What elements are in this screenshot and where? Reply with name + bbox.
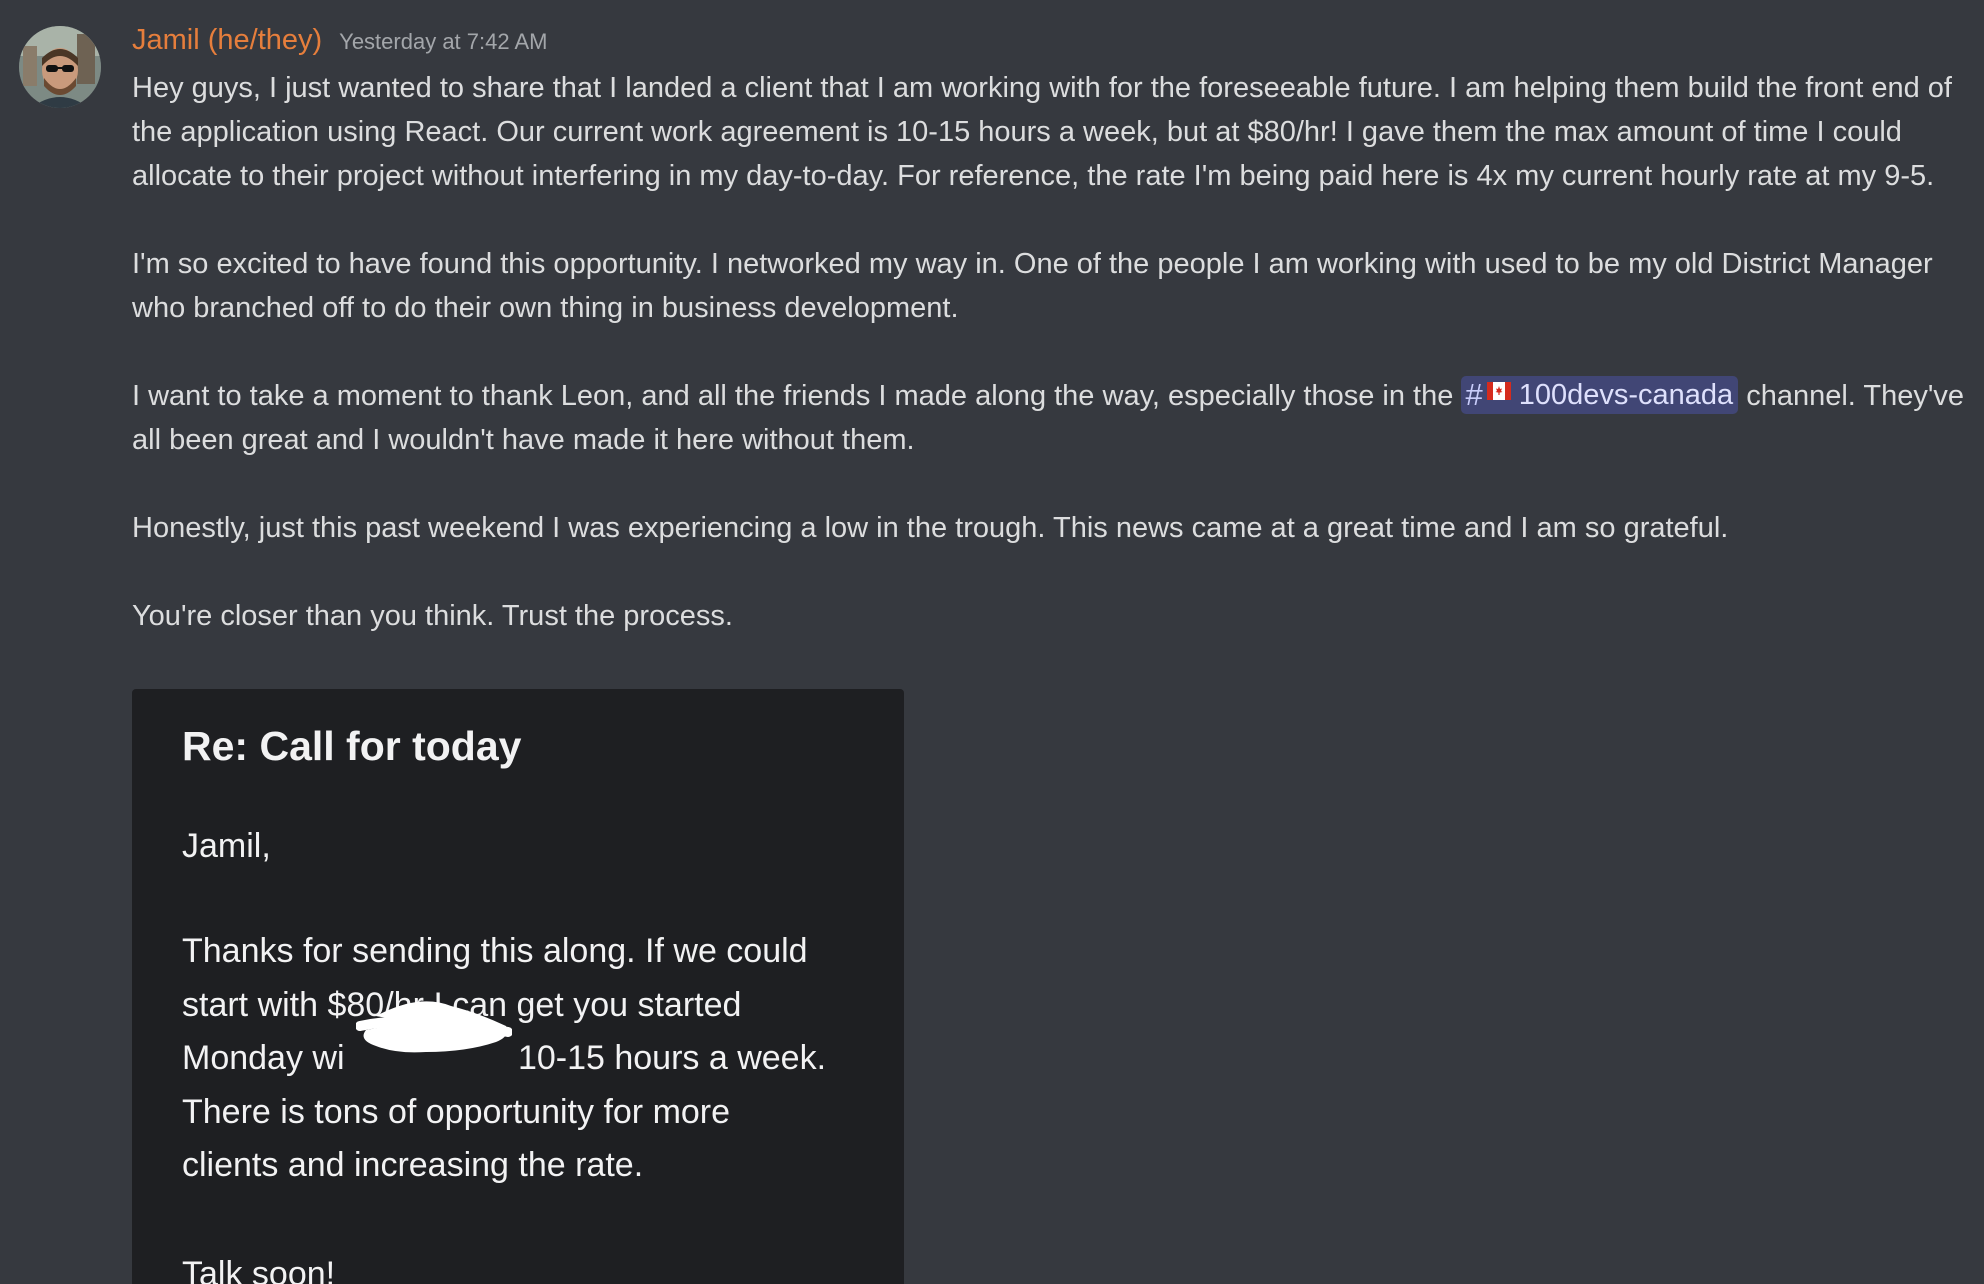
email-subject: Re: Call for today: [182, 723, 522, 769]
email-body-line: clients and increasing the rate.: [182, 1146, 644, 1184]
avatar-image: [19, 26, 101, 108]
email-body-text: 10-15 hours a week.: [508, 1039, 827, 1077]
channel-mention-name: 100devs-canada: [1518, 379, 1734, 411]
paragraph-text: I want to take a moment to thank Leon, a…: [132, 380, 1462, 412]
email-body-line: Monday wi 10-15 hours a week.: [182, 1032, 882, 1086]
message-paragraph: I'm so excited to have found this opport…: [132, 248, 1933, 324]
email-signoff: Talk soon!: [182, 1254, 336, 1284]
message-content: Hey guys, I just wanted to share that I …: [132, 66, 1972, 638]
email-body-line: start with $80/hr I can get you started: [182, 985, 742, 1024]
email-content: Re: Call for today Jamil, Thanks for sen…: [182, 689, 882, 1284]
avatar[interactable]: [19, 26, 101, 108]
message-paragraph: Honestly, just this past weekend I was e…: [132, 512, 1729, 544]
message-paragraph: You're closer than you think. Trust the …: [132, 600, 733, 632]
email-greeting: Jamil,: [182, 827, 271, 865]
email-body: Thanks for sending this along. If we cou…: [182, 925, 882, 1193]
redaction-scribble: [356, 1001, 512, 1053]
email-body-line: Thanks for sending this along. If we cou…: [182, 932, 808, 970]
email-body-line: There is tons of opportunity for more: [182, 1092, 731, 1131]
email-screenshot-attachment[interactable]: Re: Call for today Jamil, Thanks for sen…: [132, 689, 904, 1284]
canada-flag-icon: [1486, 382, 1511, 400]
message-paragraph-with-mention: I want to take a moment to thank Leon, a…: [132, 374, 1972, 462]
channel-mention[interactable]: #100devs-canada: [1461, 376, 1739, 414]
message-timestamp[interactable]: Yesterday at 7:42 AM: [339, 29, 547, 55]
email-body-text: Monday wi: [182, 1039, 345, 1077]
author-username[interactable]: Jamil (he/they): [132, 24, 322, 57]
message-paragraph: Hey guys, I just wanted to share that I …: [132, 72, 1952, 192]
chat-message: Jamil (he/they) Yesterday at 7:42 AM Hey…: [0, 0, 1984, 1284]
message-header: Jamil (he/they) Yesterday at 7:42 AM: [132, 24, 548, 64]
channel-hash-icon: #: [1465, 377, 1483, 412]
